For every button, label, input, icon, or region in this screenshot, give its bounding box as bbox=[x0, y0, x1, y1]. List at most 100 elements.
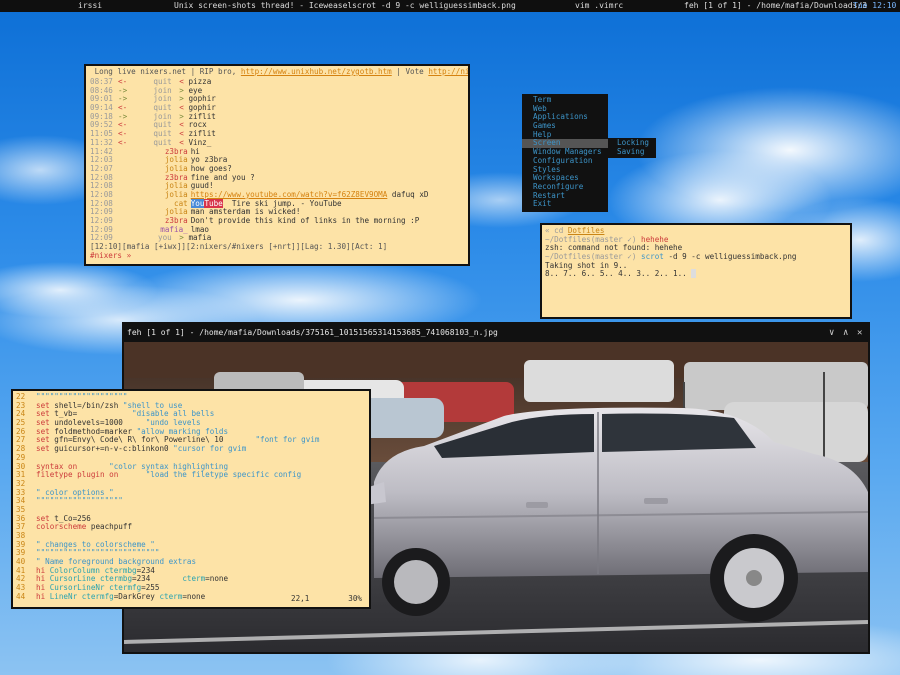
message-text: hi bbox=[190, 146, 200, 156]
irssi-message-line: 09:14 <- quit < gophir bbox=[90, 103, 464, 113]
vim-token: filetype plugin on bbox=[36, 470, 146, 480]
message-text: dafuq xD bbox=[387, 189, 429, 199]
top-status-bar: irssi Unix screen-shots thread! - Icewea… bbox=[0, 0, 900, 12]
message-text: Don't provide this kind of links in the … bbox=[190, 216, 420, 225]
vim-token: set bbox=[36, 435, 55, 445]
vim-token: ColorColumn ctermbg bbox=[49, 565, 137, 575]
youtube-badge: YouTube bbox=[190, 198, 223, 208]
irssi-input-prompt[interactable]: #nixers » bbox=[90, 251, 464, 261]
vim-ruler: 22,1 30% bbox=[291, 594, 362, 603]
zsh-terminal[interactable]: « cd Dotfiles ~/Dotfiles(master ✓) heheh… bbox=[540, 223, 852, 319]
event-arrow: <- bbox=[118, 129, 132, 139]
event-nick: ziflit bbox=[188, 111, 216, 121]
irssi-message-line: 12:09 z3bra Don't provide this kind of li… bbox=[90, 216, 464, 226]
event-sep: > bbox=[174, 233, 189, 243]
feh-titlebar: feh [1 of 1] - /home/mafia/Downloads/375… bbox=[124, 324, 868, 342]
vim-token: "cursor for gvim bbox=[173, 444, 247, 454]
irssi-message-line: 11:05 <- quit < ziflit bbox=[90, 129, 464, 139]
vim-token: foldmethod=marker bbox=[54, 426, 137, 436]
vim-token: peachpuff bbox=[90, 522, 133, 532]
vim-editor[interactable]: 22 """""""""""""""""""" 23 set shell=/bin/z… bbox=[11, 389, 371, 609]
irssi-message-line: 09:52 <- quit < rocx bbox=[90, 121, 464, 130]
message-text: guud! bbox=[190, 181, 214, 191]
vim-token: hi bbox=[36, 583, 50, 593]
vim-token: "disable all bells bbox=[132, 409, 215, 419]
youtube-badge-tube: Tube bbox=[204, 198, 223, 208]
irssi-topic: Long live nixers.net | RIP bro, http://w… bbox=[86, 66, 468, 78]
vim-token: hi bbox=[36, 574, 50, 584]
message-text: yo z3bra bbox=[190, 155, 228, 165]
vim-token: =none bbox=[205, 574, 229, 584]
vim-token: set bbox=[36, 426, 55, 436]
vim-token: t_vb= bbox=[54, 409, 133, 419]
irssi-message-line: 09:18 -> join > ziflit bbox=[90, 111, 464, 122]
vim-line: 28 set guicursor+=n-v-c:blinkon0 "cursor … bbox=[16, 444, 366, 454]
event-nick: gophir bbox=[188, 94, 216, 104]
taskbar-iceweasel[interactable]: Unix screen-shots thread! - Iceweasel bbox=[174, 0, 352, 12]
vim-token: " changes to colorscheme " bbox=[36, 539, 155, 549]
vim-token: gfn=Envy\ Code\ R\ for\ Powerline\ 10 bbox=[54, 435, 256, 445]
feh-title: feh [1 of 1] - /home/mafia/Downloads/375… bbox=[127, 328, 498, 337]
topic-link[interactable]: http://www.unixhub.net/zygotb.htm bbox=[241, 67, 392, 76]
irssi-message-line: 11:42 z3bra hi bbox=[90, 146, 464, 157]
vim-token: set bbox=[36, 409, 55, 419]
event-nick: pizza bbox=[188, 77, 212, 86]
screen-submenu[interactable]: Locking Saving bbox=[608, 138, 656, 158]
vim-token: undolevels=1000 bbox=[54, 418, 146, 428]
event-arrow: <- bbox=[118, 137, 132, 147]
irssi-message-line: 12:03 jolia yo z3bra bbox=[90, 155, 464, 165]
message-text: fine and you ? bbox=[190, 172, 255, 182]
taskbar-scrot[interactable]: scrot -d 9 -c welliguessimback.png bbox=[352, 0, 516, 12]
root-menu[interactable]: Term Web Applications Games Help Screen Window… bbox=[522, 94, 608, 212]
vim-token: hi bbox=[36, 565, 50, 575]
submenu-item-saving[interactable]: Saving bbox=[608, 147, 656, 157]
vim-buffer[interactable]: 22 """""""""""""""""""" 23 set shell=/bin/z… bbox=[16, 392, 366, 602]
event-nick: ziflit bbox=[188, 129, 216, 139]
irssi-messages: 08:37 <- quit < pizza 08:46 -> join > eye 09… bbox=[86, 77, 468, 243]
vim-token: set bbox=[36, 418, 55, 428]
event-arrow: -> bbox=[118, 85, 132, 95]
message-text: Tire ski jump. - YouTube bbox=[222, 198, 342, 208]
event-nick: rocx bbox=[188, 120, 207, 130]
vim-token: "undo levels bbox=[145, 418, 201, 428]
vim-token: =255 bbox=[141, 583, 160, 593]
vim-token: CursorLineNr ctermfg bbox=[49, 583, 142, 593]
topic-link-vote[interactable]: http://nixe bbox=[428, 67, 468, 76]
event-sep: < bbox=[174, 129, 189, 139]
taskbar-feh[interactable]: feh [1 of 1] - /home/mafia/Downloads/3 bbox=[684, 0, 867, 12]
taskbar-vim[interactable]: vim .vimrc bbox=[575, 0, 623, 12]
taskbar-irssi[interactable]: irssi bbox=[78, 0, 102, 12]
vim-line: 34 """"""""""""""""""" bbox=[16, 496, 366, 506]
close-icon[interactable]: ✕ bbox=[857, 324, 862, 342]
irssi-message-line: 11:32 <- quit < Vinz_ bbox=[90, 137, 464, 148]
vim-token: "shell to use bbox=[122, 400, 183, 410]
irssi-message-line: 12:09 mafia_ lmao bbox=[90, 225, 464, 235]
event-sep: < bbox=[174, 103, 189, 113]
event-nick: gophir bbox=[188, 103, 216, 113]
vim-token: syntax on bbox=[36, 461, 110, 471]
menu-item-exit[interactable]: Exit bbox=[522, 200, 608, 209]
event-sep: < bbox=[174, 120, 189, 130]
minimize-icon[interactable]: ∨ bbox=[829, 324, 834, 342]
vim-token: cterm bbox=[182, 574, 206, 584]
message-link[interactable]: https://www.youtube.com/watch?v=f62Z8EV9… bbox=[191, 190, 388, 199]
vim-token: """""""""""""""""""" bbox=[36, 392, 128, 401]
event-nick: Vinz_ bbox=[188, 137, 212, 147]
vim-token: "allow marking folds bbox=[136, 426, 229, 436]
vim-line: 31 filetype plugin on "load the filetype … bbox=[16, 470, 366, 480]
irssi-message-line: 08:46 -> join > eye bbox=[90, 85, 464, 96]
youtube-badge-you: You bbox=[190, 198, 205, 208]
event-nick: eye bbox=[188, 85, 203, 95]
message-text: how goes? bbox=[190, 163, 232, 173]
vim-token: t_Co=256 bbox=[54, 513, 91, 523]
vim-token: shell=/bin/zsh bbox=[54, 400, 123, 410]
event-arrow: <- bbox=[118, 120, 132, 130]
vim-line: 37 colorscheme peachpuff bbox=[16, 522, 366, 532]
maximize-icon[interactable]: ∧ bbox=[843, 324, 848, 342]
irssi-terminal[interactable]: Long live nixers.net | RIP bro, http://w… bbox=[84, 64, 470, 266]
event-arrow: <- bbox=[118, 103, 132, 113]
event-sep: > bbox=[174, 94, 189, 104]
vim-token: CursorLine ctermbg bbox=[49, 574, 133, 584]
message-text: man amsterdam is wicked! bbox=[190, 207, 301, 217]
vim-token: colorscheme bbox=[36, 522, 91, 532]
